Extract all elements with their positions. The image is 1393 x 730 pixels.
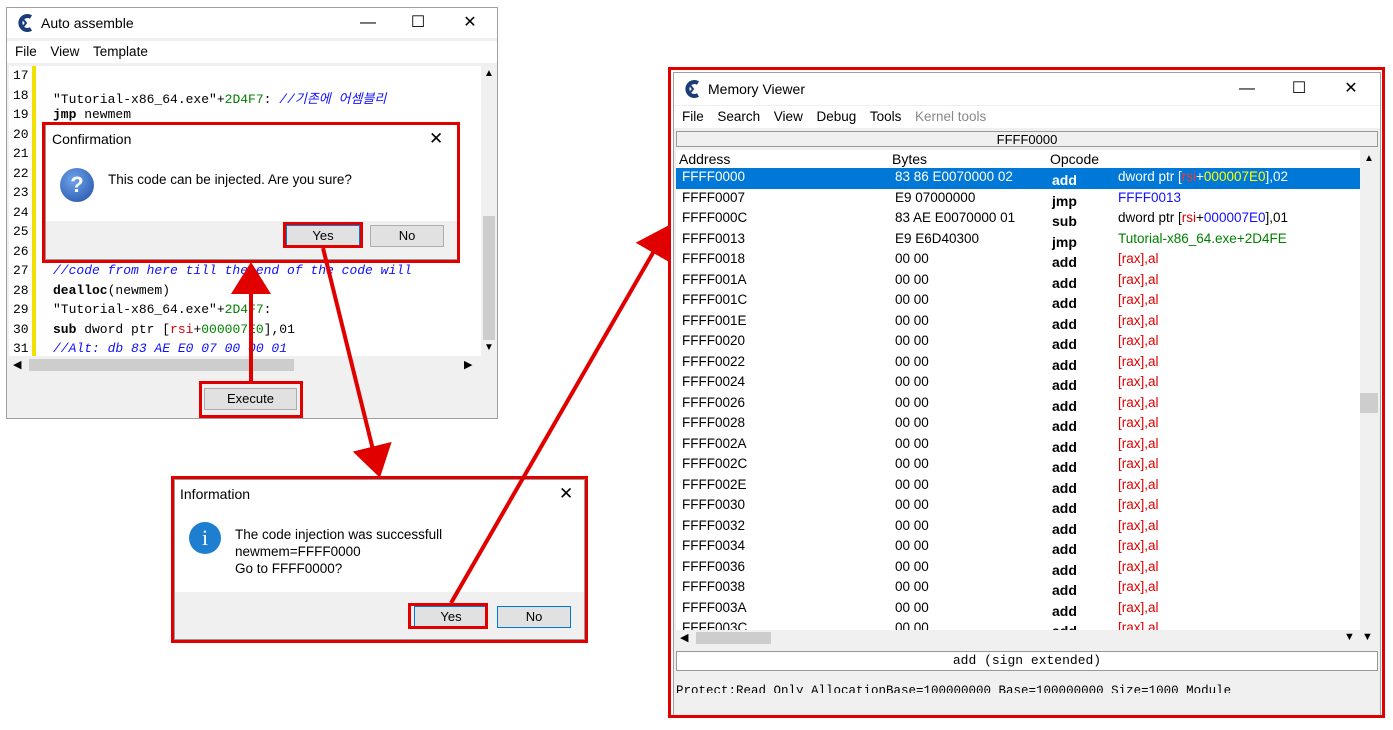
info-yes-highlight — [408, 603, 488, 629]
memory-viewer-highlight — [668, 67, 1385, 718]
code-token: "Tutorial-x86_64.exe"+ — [53, 302, 225, 317]
code-line: "Tutorial-x86_64.exe"+2D4F7: //기존에 어셈블리 — [53, 88, 386, 107]
title-bar: Auto assemble — ☐ ✕ — [7, 8, 497, 38]
scroll-right-icon[interactable]: ▶ — [464, 358, 472, 371]
code-token: //Alt: db 83 AE E0 07 00 00 01 — [53, 341, 288, 356]
code-line: dealloc(newmem) — [53, 283, 170, 298]
scroll-left-icon[interactable]: ◀ — [13, 358, 21, 371]
line-number: 19 — [13, 107, 29, 122]
maximize-icon[interactable]: ☐ — [395, 11, 441, 35]
line-number: 23 — [13, 185, 29, 200]
gutter-marker — [32, 66, 36, 356]
line-number: 26 — [13, 243, 29, 259]
line-number: 31 — [13, 341, 29, 356]
scroll-up-icon[interactable]: ▲ — [484, 68, 494, 79]
code-token: : — [263, 91, 280, 107]
menu-template[interactable]: Template — [93, 41, 148, 63]
code-token: dealloc — [53, 282, 108, 298]
scroll-thumb[interactable] — [29, 359, 294, 371]
code-line: //code from here till the end of the cod… — [53, 263, 412, 278]
line-number: 30 — [13, 321, 29, 337]
execute-highlight — [199, 381, 303, 418]
code-line: "Tutorial-x86_64.exe"+2D4F7: — [53, 302, 271, 317]
line-number: 25 — [13, 224, 29, 239]
line-number: 20 — [13, 126, 29, 142]
line-number: 17 — [13, 68, 29, 83]
code-line: sub dword ptr [rsi+000007E0],01 — [53, 322, 295, 337]
horizontal-scrollbar[interactable]: ◀ ▶ — [9, 357, 481, 373]
code-token: 2D4F7 — [224, 302, 264, 317]
line-number: 28 — [13, 282, 29, 298]
code-token: : — [263, 302, 272, 317]
line-number: 18 — [13, 87, 29, 103]
line-number: 24 — [13, 204, 29, 220]
vertical-scrollbar[interactable]: ▲ ▼ — [481, 66, 497, 356]
code-token: //code from here till the end of the cod… — [53, 263, 412, 278]
code-token: rsi — [170, 321, 194, 337]
line-number: 21 — [13, 146, 29, 161]
menu-bar: File View Template — [7, 41, 497, 63]
code-token: "Tutorial-x86_64.exe"+ — [53, 91, 225, 107]
confirmation-highlight — [42, 122, 460, 263]
code-token: dword ptr [ — [76, 321, 171, 337]
code-line: jmp newmem — [53, 107, 131, 122]
line-number: 27 — [13, 263, 29, 278]
minimize-icon[interactable]: — — [345, 11, 391, 35]
confirm-yes-highlight — [283, 222, 363, 248]
scroll-thumb[interactable] — [483, 216, 495, 340]
cheat-engine-logo-icon — [18, 14, 33, 32]
code-token: ],01 — [263, 321, 295, 337]
code-token: jmp — [53, 107, 77, 122]
menu-view[interactable]: View — [50, 41, 79, 63]
code-token: (newmem) — [107, 282, 171, 298]
line-number: 29 — [13, 302, 29, 317]
information-highlight — [171, 476, 588, 643]
scroll-down-icon[interactable]: ▼ — [484, 342, 494, 353]
code-token: //기존에 어셈블리 — [279, 91, 387, 107]
code-token: sub — [53, 321, 77, 337]
menu-file[interactable]: File — [15, 41, 37, 63]
close-icon[interactable]: ✕ — [447, 11, 493, 35]
window-title: Auto assemble — [41, 15, 134, 31]
line-number: 22 — [13, 165, 29, 181]
code-token: newmem — [76, 107, 132, 122]
code-token: 000007E0 — [201, 321, 264, 337]
code-line: //Alt: db 83 AE E0 07 00 00 01 — [53, 341, 287, 356]
code-token: 2D4F7 — [224, 91, 264, 107]
